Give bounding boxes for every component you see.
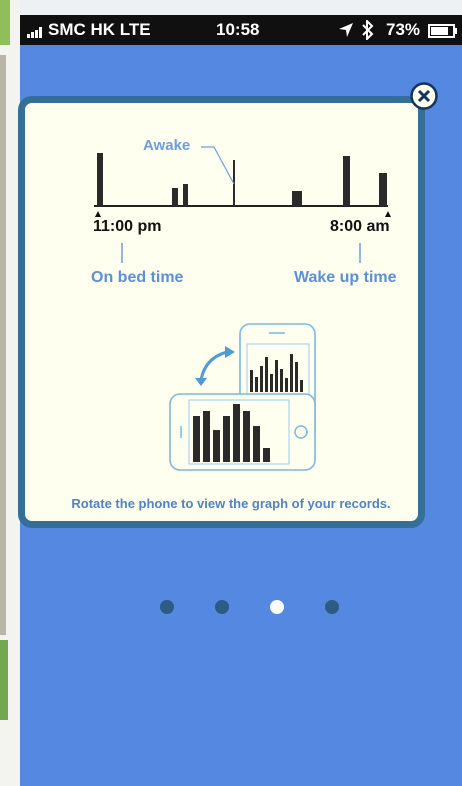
wake-up-time-caption: Wake up time [294, 269, 397, 286]
background-edge-middle [0, 55, 6, 635]
page-indicator-dot-2[interactable] [215, 600, 229, 614]
status-bar: SMC HK LTE 10:58 73% [20, 15, 462, 45]
rotate-phone-illustration [169, 323, 316, 471]
page-indicator-dot-1[interactable] [160, 600, 174, 614]
awake-label: Awake [143, 137, 191, 154]
on-bed-time-caption: On bed time [91, 269, 184, 286]
background-edge-bottom [0, 640, 8, 720]
background-edge-top [0, 0, 10, 45]
page-indicator-dot-3[interactable] [270, 600, 284, 614]
signal-icon [27, 27, 42, 38]
battery-percent: 73% [386, 20, 421, 39]
carrier-label: SMC HK LTE [48, 20, 151, 39]
wake-time-label: 8:00 am [330, 218, 390, 235]
location-arrow-icon [339, 23, 353, 37]
close-icon[interactable] [410, 82, 438, 110]
battery-icon [428, 24, 457, 38]
rotate-arrow-icon [199, 350, 228, 381]
sleep-timeline-illustration [94, 146, 391, 263]
instruction-text: Rotate the phone to view the graph of yo… [71, 496, 391, 511]
bed-time-label: 11:00 pm [93, 218, 162, 235]
page-indicator-dot-4[interactable] [325, 600, 339, 614]
clock-label: 10:58 [216, 20, 260, 39]
bluetooth-icon [362, 20, 374, 40]
